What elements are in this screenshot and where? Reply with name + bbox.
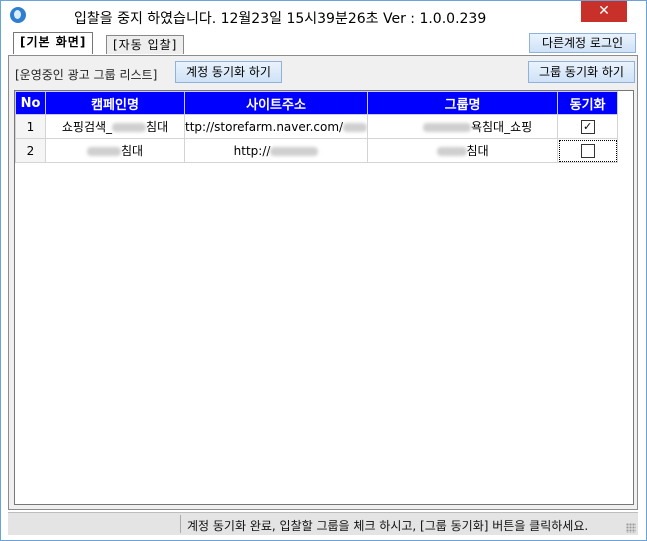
cell-no: 1: [15, 114, 46, 139]
column-header-campaign[interactable]: 캠페인명: [45, 91, 185, 115]
cell-campaign[interactable]: 침대: [45, 138, 185, 163]
table-row[interactable]: 1 쇼핑검색_ 침대 ttp://storefarm.naver.com/ 욕침대…: [15, 114, 619, 139]
column-header-no[interactable]: No: [15, 91, 46, 115]
table-row[interactable]: 2 침대 http:// 침대: [15, 138, 619, 163]
redacted-text: [112, 123, 147, 132]
redacted-text: [270, 146, 319, 156]
sync-checkbox[interactable]: [580, 143, 595, 158]
ad-group-table: No 캠페인명 사이트주소 그룹명 동기화 1 쇼핑검색_ 침대 ttp://s…: [15, 91, 619, 163]
cell-no: 2: [15, 138, 46, 163]
status-message: 계정 동기화 완료, 입찰할 그룹을 체크 하시고, [그룹 동기화] 버튼을 …: [187, 519, 589, 533]
ad-group-grid[interactable]: No 캠페인명 사이트주소 그룹명 동기화 1 쇼핑검색_ 침대 ttp://s…: [14, 90, 634, 505]
group-sync-button[interactable]: 그룹 동기화 하기: [528, 61, 635, 83]
tab-auto-bid[interactable]: [자동 입찰]: [106, 35, 185, 54]
app-logo-icon: [10, 7, 26, 23]
title-bar[interactable]: 입찰을 중지 하였습니다. 12월23일 15시39분26초 Ver : 1.0…: [1, 1, 646, 31]
table-header-row: No 캠페인명 사이트주소 그룹명 동기화: [15, 91, 619, 115]
column-header-group[interactable]: 그룹명: [367, 91, 559, 115]
cell-site-url[interactable]: ttp://storefarm.naver.com/: [183, 114, 369, 139]
cell-campaign[interactable]: 쇼핑검색_ 침대: [45, 114, 185, 139]
tab-basic-screen[interactable]: [기본 화면]: [13, 32, 94, 54]
cell-sync[interactable]: [557, 138, 619, 163]
site-url-prefix: http://: [233, 143, 271, 158]
redacted-text: [436, 147, 467, 156]
status-divider: [180, 515, 181, 533]
other-account-login-button[interactable]: 다른계정 로그인: [529, 33, 636, 53]
group-suffix: 욕침대_쇼핑: [470, 120, 533, 134]
tab-bar: [기본 화면] [자동 입찰] 다른계정 로그인: [8, 31, 638, 55]
cell-sync[interactable]: ✓: [557, 114, 619, 139]
cell-group[interactable]: 침대: [367, 138, 559, 163]
cell-site-url[interactable]: http://: [183, 138, 369, 163]
main-window: 입찰을 중지 하였습니다. 12월23일 15시39분26초 Ver : 1.0…: [0, 0, 647, 541]
account-sync-button[interactable]: 계정 동기화 하기: [175, 61, 282, 83]
redacted-text: [343, 122, 367, 132]
redacted-text: [422, 123, 471, 132]
cell-group[interactable]: 욕침대_쇼핑: [367, 114, 559, 139]
status-bar: 계정 동기화 완료, 입찰할 그룹을 체크 하시고, [그룹 동기화] 버튼을 …: [8, 512, 638, 535]
column-header-site-url[interactable]: 사이트주소: [183, 91, 369, 115]
basic-screen-panel: [운영중인 광고 그룹 리스트] 계정 동기화 하기 그룹 동기화 하기 No …: [8, 55, 638, 510]
campaign-prefix: 쇼핑검색_: [61, 120, 113, 134]
column-header-sync[interactable]: 동기화: [557, 91, 619, 115]
window-title: 입찰을 중지 하였습니다. 12월23일 15시39분26초 Ver : 1.0…: [74, 11, 487, 27]
group-list-label: [운영중인 광고 그룹 리스트]: [15, 68, 158, 82]
sync-checkbox[interactable]: ✓: [580, 119, 595, 134]
redacted-text: [86, 147, 121, 156]
campaign-suffix: 침대: [120, 144, 144, 158]
group-suffix: 침대: [466, 144, 489, 158]
campaign-suffix: 침대: [146, 120, 169, 134]
site-url-prefix: ttp://storefarm.naver.com/: [185, 119, 344, 134]
close-button[interactable]: ✕: [581, 1, 627, 22]
resize-grip-icon[interactable]: [626, 523, 636, 533]
